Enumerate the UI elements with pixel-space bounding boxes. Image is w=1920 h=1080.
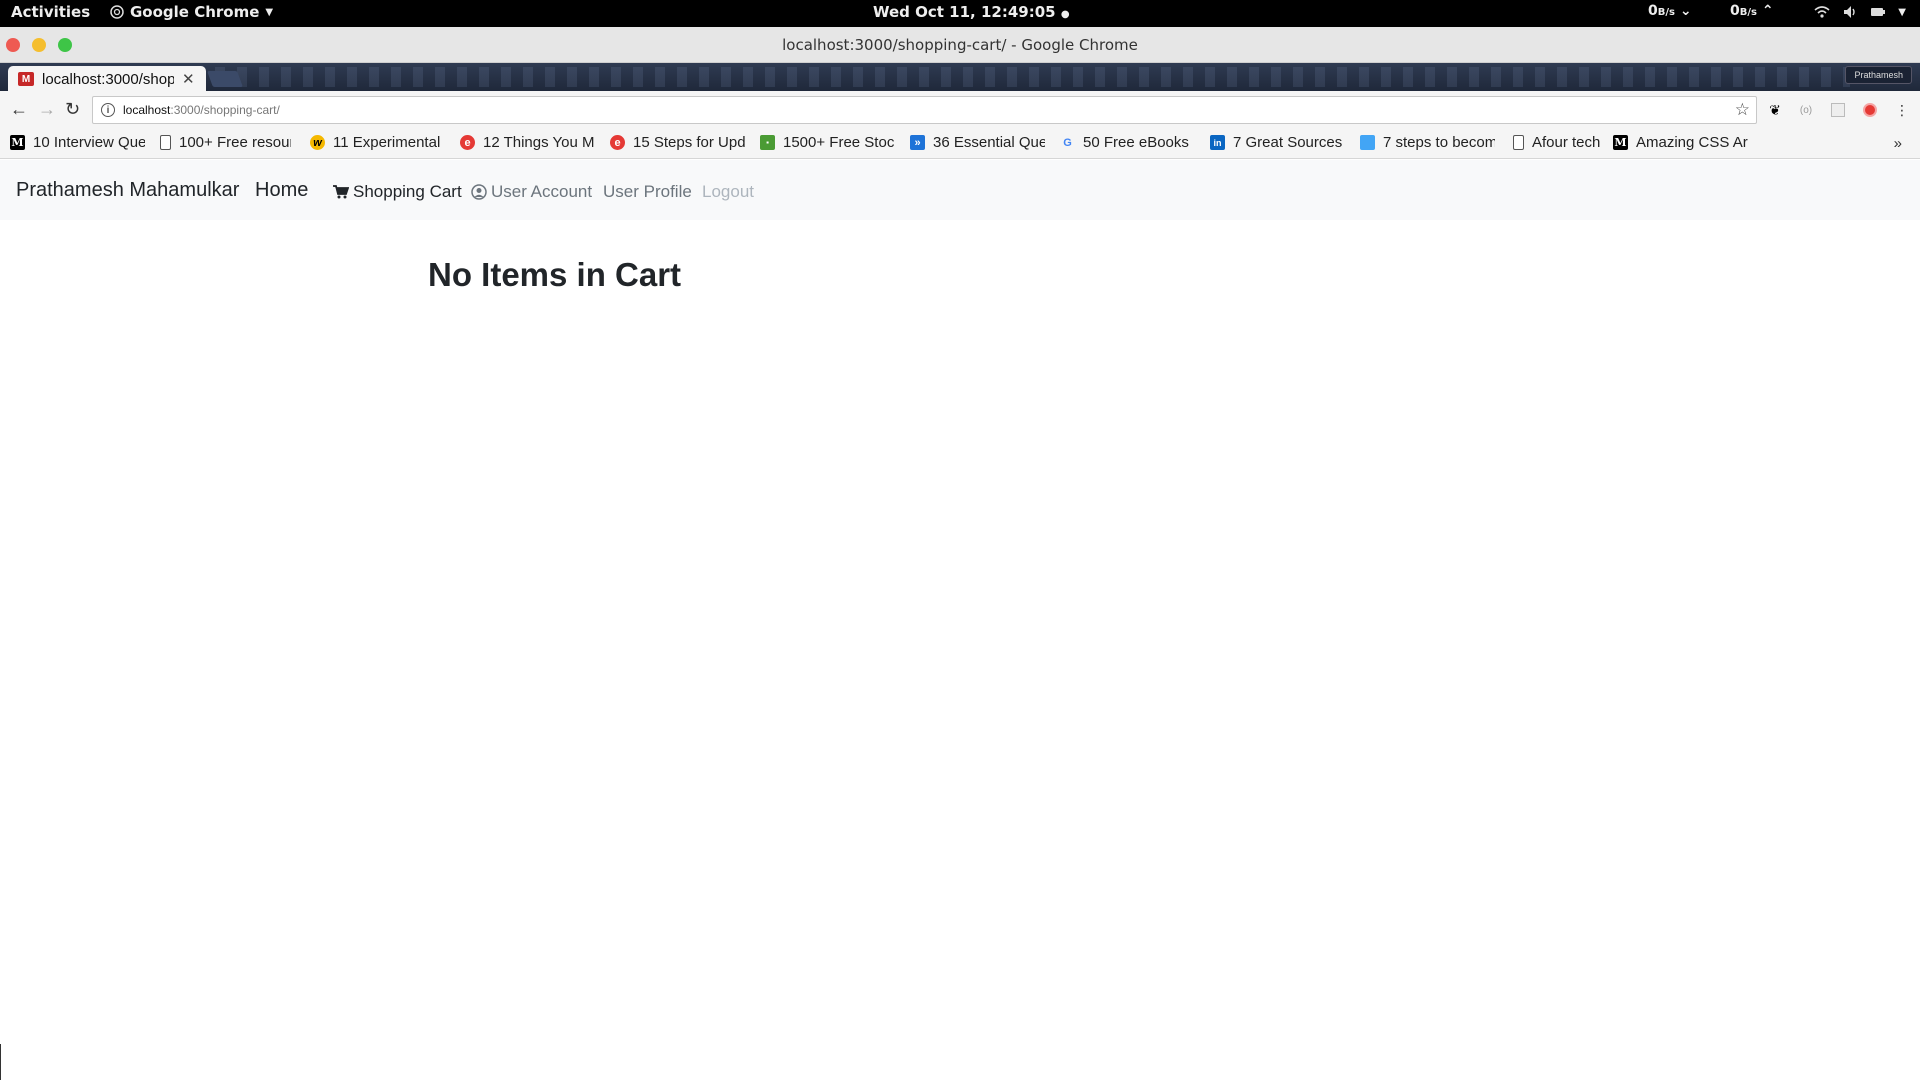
clock[interactable]: Wed Oct 11, 12:49:05 ● (873, 3, 1070, 21)
extension-adblock-icon[interactable] (1861, 101, 1879, 119)
page-icon (160, 135, 171, 150)
more-bookmarks-icon[interactable]: » (1894, 135, 1902, 152)
bookmark-item[interactable]: M Amazing CSS Ar (1613, 134, 1748, 151)
notification-dot-icon: ● (1060, 9, 1070, 20)
profile-button[interactable]: Prathamesh (1845, 66, 1912, 84)
system-top-bar: Activities Google Chrome ▼ Wed Oct 11, 1… (0, 0, 1920, 27)
bookmark-item[interactable]: 100+ Free resour (160, 134, 291, 151)
blue-icon: » (910, 135, 925, 150)
medium-icon: M (1613, 135, 1628, 150)
grid-icon (1831, 103, 1845, 117)
bookmark-item[interactable]: 7 steps to becom (1360, 134, 1495, 151)
shopping-cart-icon (333, 185, 349, 199)
net-down-unit: B/s (1657, 7, 1675, 18)
text-cursor (0, 1044, 1, 1080)
bookmark-item[interactable]: e 15 Steps for Upd (610, 134, 745, 151)
tab-shopping-cart[interactable]: M localhost:3000/shopping-cart/ ✕ (8, 66, 206, 92)
linkedin-icon: in (1210, 135, 1225, 150)
forward-arrow-icon[interactable]: → (38, 100, 56, 118)
back-arrow-icon[interactable]: ← (10, 100, 28, 118)
bookmark-item[interactable]: Afour tech (1513, 134, 1612, 151)
battery-icon (1871, 8, 1886, 16)
new-tab-button[interactable] (207, 71, 243, 87)
net-down-value: 0 (1648, 3, 1658, 19)
bookmark-label: 50 Free eBooks (1083, 134, 1189, 151)
address-bar[interactable]: i localhost:3000/shopping-cart/ ☆ (92, 96, 1757, 124)
site-navbar: Prathamesh Mahamulkar Home Shopping Cart… (0, 160, 1920, 220)
app-menu-label: Google Chrome (130, 3, 260, 21)
medium-icon: M (10, 135, 25, 150)
activities-button[interactable]: Activities (11, 3, 90, 21)
nav-user-profile-link[interactable]: User Profile (603, 182, 692, 202)
net-upload-indicator[interactable]: 0B/s ⌃ (1730, 3, 1774, 19)
bookmarks-bar: M 10 Interview Que 100+ Free resour w 11… (0, 129, 1920, 159)
bookmark-item[interactable]: e 12 Things You M (460, 134, 595, 151)
extension-cast-icon[interactable]: (o) (1797, 101, 1815, 119)
clock-text: Wed Oct 11, 12:49:05 (873, 3, 1056, 21)
url-path: :3000/shopping-cart/ (170, 103, 280, 117)
net-up-unit: B/s (1739, 7, 1757, 18)
app-menu[interactable]: Google Chrome ▼ (110, 3, 273, 21)
net-download-indicator[interactable]: 0B/s ⌄ (1648, 3, 1692, 19)
extension-swirl-icon[interactable]: ❦ (1766, 101, 1784, 119)
bookmark-label: Amazing CSS Ar (1636, 134, 1748, 151)
user-circle-icon (471, 184, 487, 200)
tab-favicon: M (18, 72, 34, 86)
nav-logout-link[interactable]: Logout (702, 182, 754, 202)
chevron-down-icon: ⌄ (1679, 3, 1692, 19)
bookmark-label: 12 Things You M (483, 134, 595, 151)
chrome-menu-icon[interactable]: ⋮ (1893, 101, 1911, 119)
bookmark-item[interactable]: M 10 Interview Que (10, 134, 145, 151)
bookmark-item[interactable]: in 7 Great Sources (1210, 134, 1345, 151)
extension-grid-icon[interactable] (1829, 101, 1847, 119)
w-icon: w (310, 135, 325, 150)
bookmark-item[interactable]: ▪ 1500+ Free Stoc (760, 134, 895, 151)
google-icon: G (1063, 136, 1072, 149)
chevron-down-icon: ▼ (1898, 6, 1906, 18)
red-swirl-icon: e (610, 135, 625, 150)
nav-user-account-link[interactable]: User Account (471, 182, 592, 202)
close-tab-icon[interactable]: ✕ (182, 70, 195, 88)
net-up-value: 0 (1730, 3, 1740, 19)
empty-cart-message: No Items in Cart (428, 256, 682, 293)
bookmark-item[interactable]: G 50 Free eBooks (1060, 134, 1195, 151)
volume-icon (1844, 6, 1855, 18)
chevron-up-icon: ⌃ (1761, 3, 1774, 19)
green-icon: ▪ (760, 135, 775, 150)
blue-square-icon (1360, 135, 1375, 150)
bookmark-label: 11 Experimental (333, 134, 441, 151)
wifi-icon (1814, 6, 1830, 18)
nav-shopping-cart-link[interactable]: Shopping Cart (333, 182, 462, 202)
chevron-down-icon: ▼ (265, 6, 274, 18)
url-host: localhost (123, 103, 171, 117)
bookmark-item[interactable]: w 11 Experimental (310, 134, 445, 151)
bookmark-label: 36 Essential Que (933, 134, 1045, 151)
nav-shopping-cart-label: Shopping Cart (353, 182, 462, 201)
bookmark-label: 7 steps to becom (1383, 134, 1495, 151)
nav-home-link[interactable]: Home (255, 179, 308, 202)
reload-icon[interactable]: ↻ (65, 100, 80, 118)
red-swirl-icon: e (460, 135, 475, 150)
system-status-area[interactable]: ▼ (1814, 4, 1906, 20)
bookmark-label: 10 Interview Que (33, 134, 145, 151)
page-content: Prathamesh Mahamulkar Home Shopping Cart… (0, 160, 1920, 1080)
tab-strip: M localhost:3000/shopping-cart/ ✕ Pratha… (0, 63, 1920, 92)
bookmark-star-icon[interactable]: ☆ (1735, 100, 1750, 120)
bookmark-label: 100+ Free resour (179, 134, 291, 151)
bookmark-label: 1500+ Free Stoc (783, 134, 895, 151)
bookmark-label: 7 Great Sources (1233, 134, 1343, 151)
bookmark-label: 15 Steps for Upd (633, 134, 745, 151)
site-brand[interactable]: Prathamesh Mahamulkar (16, 179, 239, 202)
tab-title: localhost:3000/shopping-cart/ (42, 70, 174, 88)
nav-user-account-label: User Account (491, 182, 593, 201)
page-icon (1513, 135, 1524, 150)
browser-toolbar: ← → ↻ i localhost:3000/shopping-cart/ ☆ … (0, 91, 1920, 129)
chrome-icon (110, 5, 124, 19)
bookmark-label: Afour tech (1532, 134, 1601, 151)
window-title-bar: localhost:3000/shopping-cart/ - Google C… (0, 27, 1920, 63)
adblock-icon (1863, 103, 1877, 117)
window-title: localhost:3000/shopping-cart/ - Google C… (782, 36, 1138, 54)
info-icon[interactable]: i (101, 103, 115, 117)
bookmark-item[interactable]: » 36 Essential Que (910, 134, 1045, 151)
